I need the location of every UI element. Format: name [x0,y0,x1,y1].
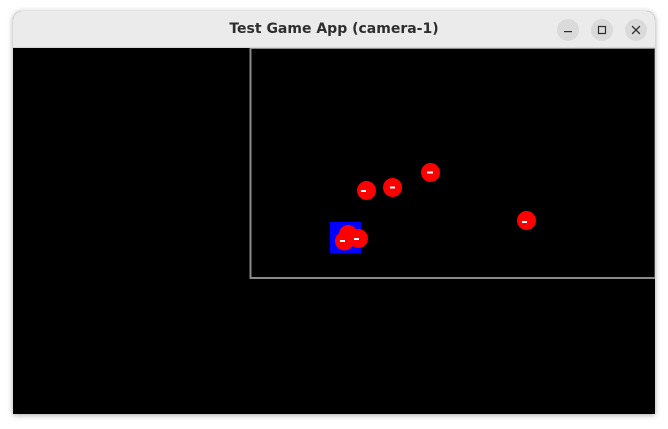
close-button[interactable] [625,19,647,41]
minimize-icon [563,25,573,35]
camera-bounds-frame [249,48,655,279]
maximize-button[interactable] [591,19,613,41]
enemy-ball [517,211,536,230]
enemy-ball [421,163,440,182]
game-viewport[interactable] [13,48,655,414]
app-window: Test Game App (camera-1) [13,11,655,414]
enemy-ball [335,231,354,251]
maximize-icon [597,25,607,35]
enemy-ball [383,178,402,197]
close-icon [631,25,641,35]
game-canvas [249,48,655,279]
titlebar[interactable]: Test Game App (camera-1) [13,11,655,48]
minimize-button[interactable] [557,19,579,41]
enemy-ball [357,181,376,200]
